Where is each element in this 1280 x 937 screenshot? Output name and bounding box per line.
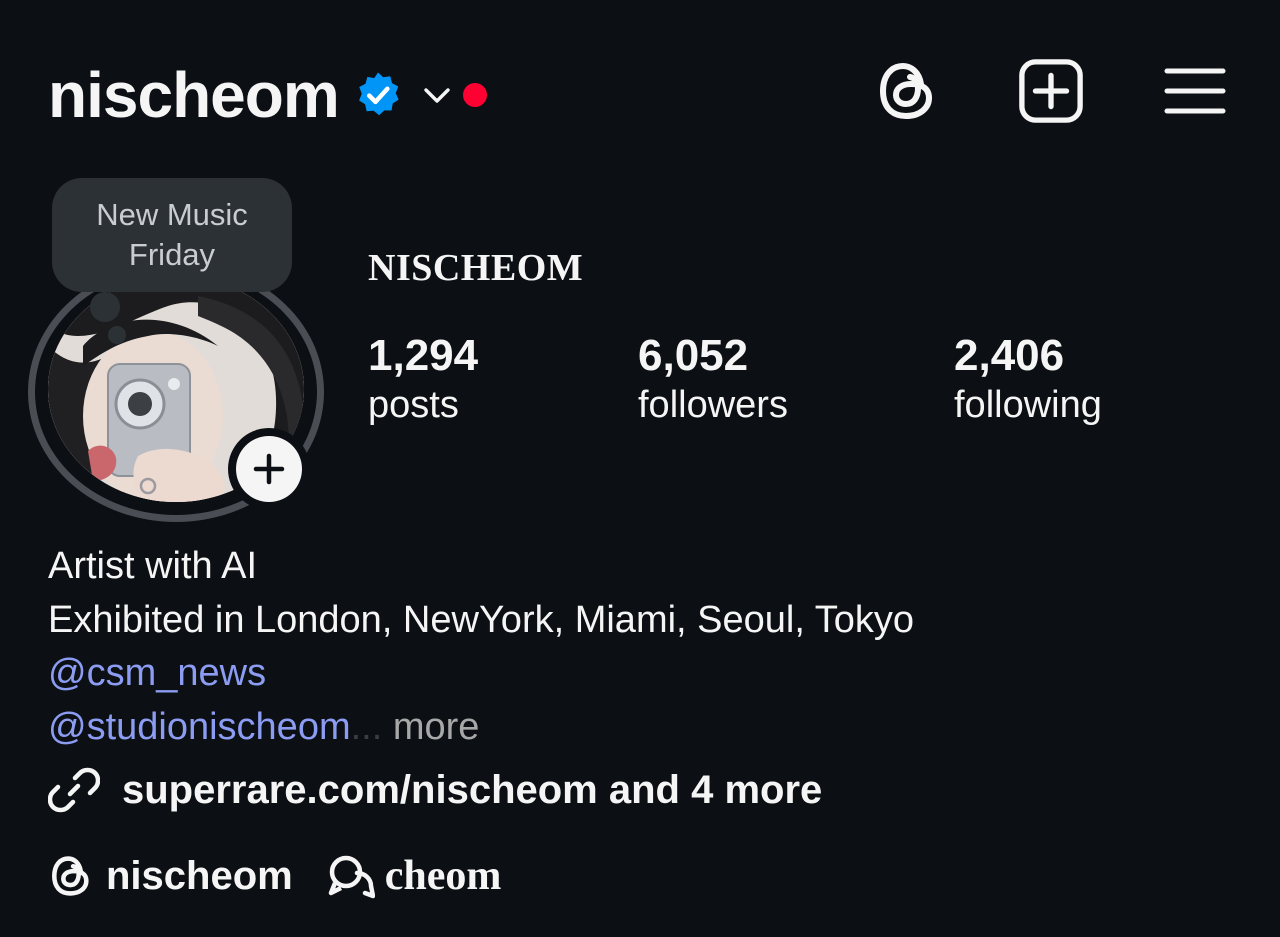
menu-icon xyxy=(1164,68,1226,114)
threads-icon xyxy=(52,856,89,896)
stat-label: followers xyxy=(638,384,788,426)
stat-label: following xyxy=(954,384,1102,426)
add-story-button[interactable] xyxy=(228,428,310,510)
note-bubble[interactable]: New Music Friday xyxy=(52,178,292,292)
link-text[interactable]: superrare.com/nischeom and 4 more xyxy=(122,768,822,813)
stat-value: 2,406 xyxy=(954,331,1065,380)
stat-followers[interactable]: 6,052 followers xyxy=(638,330,788,428)
bio: Artist with AI Exhibited in London, NewY… xyxy=(48,540,914,754)
stat-value: 6,052 xyxy=(638,331,749,380)
header-actions xyxy=(874,56,1228,126)
chevron-down-icon[interactable] xyxy=(419,77,455,113)
mention-link[interactable]: @studionischeom xyxy=(48,706,351,748)
menu-button[interactable] xyxy=(1162,56,1228,126)
threads-icon xyxy=(879,62,933,120)
plus-icon xyxy=(253,453,285,485)
stat-following[interactable]: 2,406 following xyxy=(954,330,1102,428)
profile-header: nischeom xyxy=(48,50,487,140)
stat-posts[interactable]: 1,294 posts xyxy=(368,330,478,428)
bio-line: Artist with AI xyxy=(48,545,258,587)
bio-ellipsis: ... xyxy=(350,705,383,748)
verified-badge-icon xyxy=(358,72,399,116)
bio-line: Exhibited in London, NewYork, Miami, Seo… xyxy=(48,598,915,641)
social-links: nischeom cheom xyxy=(50,852,501,900)
link-icon xyxy=(48,767,100,813)
threads-handle[interactable]: nischeom xyxy=(106,854,293,899)
mention-link[interactable]: @csm_news xyxy=(48,652,266,694)
note-tail-dot xyxy=(90,292,120,322)
profile-screen: nischeom New Music Friday NISCHEOM 1,294… xyxy=(0,0,1280,937)
create-post-button[interactable] xyxy=(1018,56,1084,126)
note-tail-dot xyxy=(108,326,126,344)
more-button[interactable]: more xyxy=(382,706,480,748)
stat-value: 1,294 xyxy=(368,331,479,380)
display-name: NISCHEOM xyxy=(368,247,584,289)
other-handle[interactable]: cheom xyxy=(385,852,502,900)
username-title[interactable]: nischeom xyxy=(48,58,340,132)
threads-button[interactable] xyxy=(874,56,940,126)
create-post-icon xyxy=(1019,59,1083,123)
notification-dot xyxy=(462,83,487,107)
external-link[interactable]: superrare.com/nischeom and 4 more xyxy=(48,764,822,816)
stat-label: posts xyxy=(368,384,459,426)
chat-bubbles-icon xyxy=(328,855,375,899)
note-text: New Music Friday xyxy=(96,197,248,272)
